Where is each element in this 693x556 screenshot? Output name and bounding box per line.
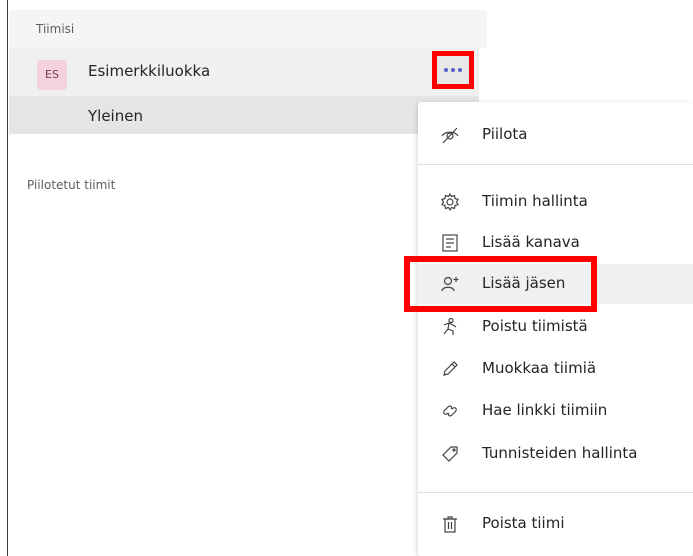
more-options-button[interactable] (432, 51, 474, 89)
add-member-highlight-box (404, 256, 597, 312)
channel-icon (440, 233, 460, 253)
teams-section-label: Tiimisi (36, 22, 75, 36)
menu-item-get-link[interactable]: Hae linkki tiimiin (418, 391, 693, 431)
hidden-teams-label: Piilotetut tiimit (27, 178, 116, 192)
pencil-icon (440, 359, 460, 379)
gear-icon (440, 192, 460, 212)
menu-item-label: Tunnisteiden hallinta (482, 444, 638, 462)
hide-icon (440, 125, 460, 145)
team-context-menu: Piilota Tiimin hallinta Lisää kanava Lis… (418, 102, 693, 556)
menu-item-manage-tags[interactable]: Tunnisteiden hallinta (418, 434, 693, 474)
more-options-icon (444, 68, 462, 72)
leave-icon (440, 317, 460, 337)
team-avatar: ES (37, 60, 67, 90)
menu-divider (418, 164, 693, 165)
menu-item-edit-team[interactable]: Muokkaa tiimiä (418, 349, 693, 389)
menu-item-label: Poista tiimi (482, 514, 565, 532)
menu-item-label: Muokkaa tiimiä (482, 359, 597, 377)
trash-icon (440, 514, 460, 534)
menu-item-label: Tiimin hallinta (482, 192, 588, 210)
channel-name: Yleinen (88, 107, 143, 125)
tag-icon (440, 444, 460, 464)
menu-item-manage-team[interactable]: Tiimin hallinta (418, 182, 693, 222)
team-name: Esimerkkiluokka (88, 62, 211, 80)
menu-item-label: Piilota (482, 125, 528, 143)
channel-row[interactable]: Yleinen (9, 96, 479, 134)
menu-item-leave-team[interactable]: Poistu tiimistä (418, 307, 693, 347)
team-row[interactable]: ES Esimerkkiluokka (9, 48, 479, 96)
menu-item-delete-team[interactable]: Poista tiimi (418, 504, 693, 544)
window-left-border (0, 0, 8, 556)
link-icon (440, 401, 460, 421)
menu-item-label: Poistu tiimistä (482, 317, 588, 335)
teams-header-panel: Tiimisi (9, 10, 487, 48)
menu-item-hide[interactable]: Piilota (418, 115, 693, 155)
menu-item-label: Lisää kanava (482, 233, 580, 251)
menu-divider (418, 492, 693, 493)
menu-item-label: Hae linkki tiimiin (482, 401, 608, 419)
